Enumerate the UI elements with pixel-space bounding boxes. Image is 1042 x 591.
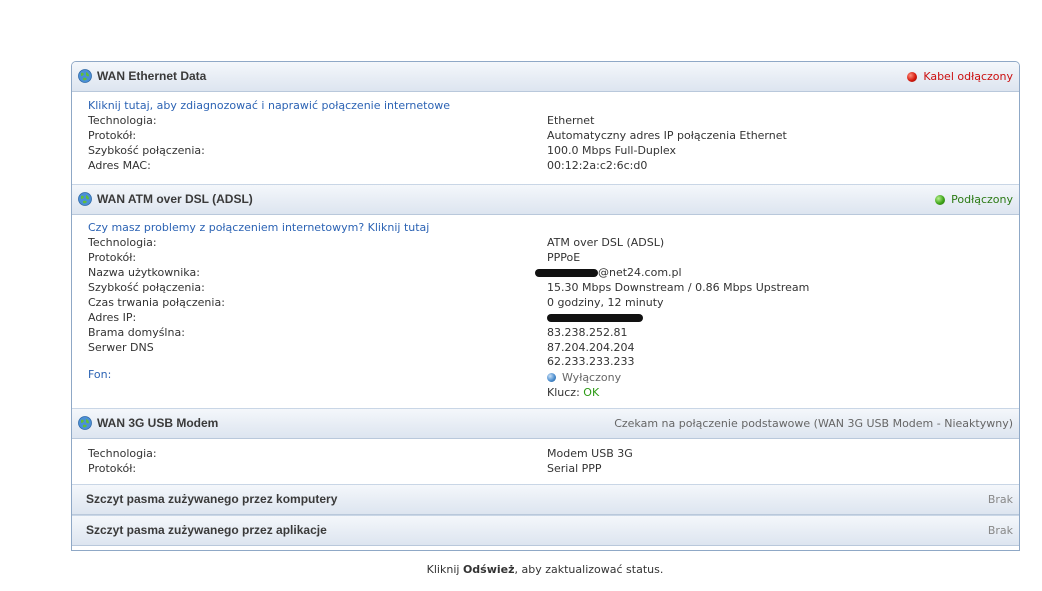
red-status-dot-icon xyxy=(907,71,918,82)
problems-link[interactable]: Czy masz problemy z połączeniem internet… xyxy=(88,220,429,235)
status-panel: WAN Ethernet Data Kabel odłączony Klikni… xyxy=(71,61,1020,551)
wan-3g-title: WAN 3G USB Modem xyxy=(97,416,219,430)
eth-value-speed: 100.0 Mbps Full-Duplex xyxy=(547,144,677,157)
wan-ethernet-body: Kliknij tutaj, aby zdiagnozować i napraw… xyxy=(72,92,1019,184)
redacted-ip xyxy=(547,314,643,322)
dsl-label-dns: Serwer DNS xyxy=(88,341,154,354)
dsl-value-protocol: PPPoE xyxy=(547,251,581,264)
fon-label[interactable]: Fon: xyxy=(88,367,111,382)
wan-dsl-title: WAN ATM over DSL (ADSL) xyxy=(97,192,253,206)
bandwidth-apps-title: Szczyt pasma zużywanego przez aplikacje xyxy=(86,523,327,537)
dsl-label-technology: Technologia: xyxy=(88,236,157,249)
wan-dsl-status: Podłączony xyxy=(935,193,1013,206)
dsl-label-speed: Szybkość połączenia: xyxy=(88,281,205,294)
bandwidth-apps-status: Brak xyxy=(987,524,1013,537)
dsl-label-ip: Adres IP: xyxy=(88,311,137,324)
dsl-value-gateway: 83.238.252.81 xyxy=(547,326,628,339)
3g-value-protocol: Serial PPP xyxy=(547,462,602,475)
dsl-label-gateway: Brama domyślna: xyxy=(88,326,185,339)
dsl-label-duration: Czas trwania połączenia: xyxy=(88,296,225,309)
bandwidth-apps-header[interactable]: Szczyt pasma zużywanego przez aplikacje … xyxy=(72,515,1019,546)
bandwidth-computers-status: Brak xyxy=(987,493,1013,506)
bandwidth-computers-header[interactable]: Szczyt pasma zużywanego przez komputery … xyxy=(72,484,1019,515)
blue-status-dot-icon xyxy=(547,373,556,382)
wan-3g-body: Technologia: Protokół: Modem USB 3G Seri… xyxy=(72,439,1019,484)
dsl-value-dns1: 87.204.204.204 xyxy=(547,341,635,354)
eth-value-technology: Ethernet xyxy=(547,114,595,127)
eth-label-technology: Technologia: xyxy=(88,114,157,127)
eth-value-mac: 00:12:2a:c2:6c:d0 xyxy=(547,159,648,172)
refresh-hint: Kliknij Odśwież, aby zaktualizować statu… xyxy=(426,563,664,576)
eth-value-protocol: Automatyczny adres IP połączenia Etherne… xyxy=(547,129,787,142)
wan-dsl-header: WAN ATM over DSL (ADSL) Podłączony xyxy=(72,184,1019,215)
globe-icon xyxy=(78,416,92,430)
dsl-value-ip xyxy=(547,310,643,325)
refresh-word: Odśwież xyxy=(462,563,515,576)
bandwidth-computers-title: Szczyt pasma zużywanego przez komputery xyxy=(86,492,338,506)
dsl-value-speed: 15.30 Mbps Downstream / 0.86 Mbps Upstre… xyxy=(547,281,810,294)
3g-value-technology: Modem USB 3G xyxy=(547,447,633,460)
fon-status: Wyłączony xyxy=(547,370,621,385)
dsl-label-username: Nazwa użytkownika: xyxy=(88,266,200,279)
redacted-username xyxy=(535,269,598,277)
eth-label-speed: Szybkość połączenia: xyxy=(88,144,205,157)
dsl-label-protocol: Protokół: xyxy=(88,251,137,264)
wan-ethernet-status: Kabel odłączony xyxy=(907,70,1013,83)
3g-label-protocol: Protokół: xyxy=(88,462,137,475)
diagnose-link[interactable]: Kliknij tutaj, aby zdiagnozować i napraw… xyxy=(88,98,450,113)
eth-label-mac: Adres MAC: xyxy=(88,159,151,172)
dsl-value-username: @net24.com.pl xyxy=(535,265,682,280)
globe-icon xyxy=(78,69,92,83)
dsl-value-duration: 0 godziny, 12 minuty xyxy=(547,296,664,309)
3g-label-technology: Technologia: xyxy=(88,447,157,460)
wan-ethernet-title: WAN Ethernet Data xyxy=(97,69,207,83)
dsl-value-dns2: 62.233.233.233 xyxy=(547,355,635,368)
eth-label-protocol: Protokół: xyxy=(88,129,137,142)
wan-3g-status: Czekam na połączenie podstawowe (WAN 3G … xyxy=(614,417,1013,430)
wan-dsl-body: Czy masz problemy z połączeniem internet… xyxy=(72,215,1019,408)
globe-icon xyxy=(78,192,92,206)
dsl-value-technology: ATM over DSL (ADSL) xyxy=(547,236,665,249)
key-status: Klucz: OK xyxy=(547,386,600,399)
green-status-dot-icon xyxy=(935,194,946,205)
wan-3g-header: WAN 3G USB Modem Czekam na połączenie po… xyxy=(72,408,1019,439)
wan-ethernet-header: WAN Ethernet Data Kabel odłączony xyxy=(72,62,1019,92)
